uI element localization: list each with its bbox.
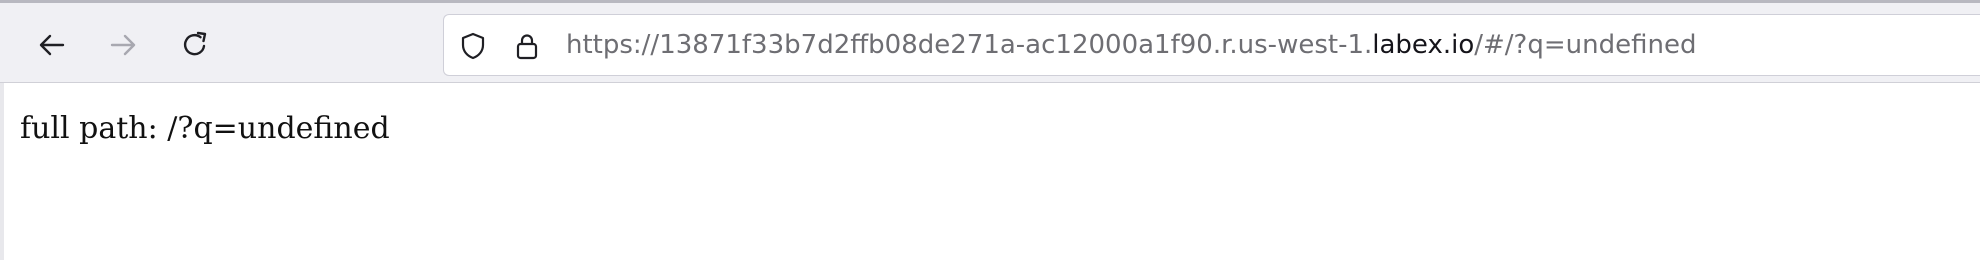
reload-icon (183, 31, 207, 56)
browser-window: https://13871f33b7d2ffb08de271a-ac12000a… (0, 0, 1980, 260)
arrow-left-icon (39, 34, 65, 56)
full-path-label: full path: (20, 111, 168, 146)
forward-button[interactable] (103, 25, 143, 65)
address-bar[interactable]: https://13871f33b7d2ffb08de271a-ac12000a… (443, 14, 1980, 76)
lock-icon[interactable] (512, 31, 542, 61)
page-content: full path: /?q=undefined (0, 83, 1980, 260)
back-button[interactable] (32, 25, 72, 65)
full-path-value: /?q=undefined (167, 111, 390, 146)
url-prefix: https://13871f33b7d2ffb08de271a-ac12000a… (566, 30, 1373, 60)
arrow-right-icon (110, 34, 136, 56)
url-suffix: /#/?q=undefined (1474, 30, 1697, 60)
shield-icon[interactable] (458, 31, 488, 61)
url-text[interactable]: https://13871f33b7d2ffb08de271a-ac12000a… (566, 15, 1696, 75)
full-path-text: full path: /?q=undefined (20, 111, 390, 146)
browser-toolbar: https://13871f33b7d2ffb08de271a-ac12000a… (0, 0, 1980, 83)
reload-button[interactable] (175, 25, 215, 65)
url-host: labex.io (1372, 30, 1475, 60)
